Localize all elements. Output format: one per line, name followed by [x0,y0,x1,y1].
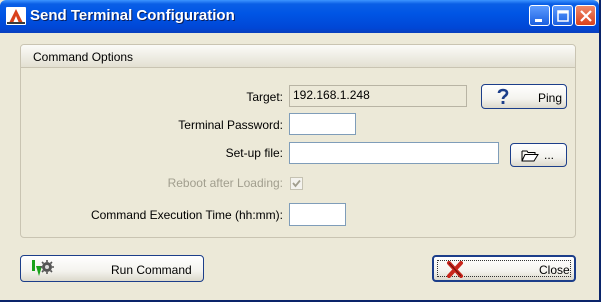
run-command-button[interactable]: Run Command [20,255,204,282]
setup-file-field[interactable] [289,142,499,164]
exec-time-field[interactable] [289,203,346,226]
close-label: Close [539,263,570,277]
send-config-icon [6,7,26,25]
close-window-button[interactable] [575,5,596,26]
window-title: Send Terminal Configuration [30,7,235,24]
maximize-icon [557,10,569,22]
run-command-label: Run Command [111,263,192,277]
group-title: Command Options [33,50,134,64]
minimize-button[interactable] [529,5,550,26]
group-header: Command Options [21,45,575,68]
target-label: Target: [246,90,283,104]
title-bar[interactable]: Send Terminal Configuration [0,0,599,33]
dialog-window: Send Terminal Configuration Command Opti… [0,0,601,302]
close-icon [580,10,592,22]
browse-button[interactable]: ... [510,143,567,167]
cancel-x-icon [447,261,463,278]
folder-open-icon [521,150,539,162]
reboot-label: Reboot after Loading: [167,176,283,190]
ping-button[interactable]: Ping [481,84,567,109]
target-field: 192.168.1.248 [289,85,467,107]
run-command-icon [32,260,54,276]
reboot-checkbox [290,177,303,190]
minimize-icon [535,19,542,22]
maximize-button[interactable] [552,5,573,26]
browse-label: ... [544,148,555,162]
password-label: Terminal Password: [178,118,283,132]
checkmark-icon [292,179,301,188]
ping-label: Ping [538,91,563,105]
exec-time-label: Command Execution Time (hh:mm): [90,208,283,222]
help-icon [497,88,509,104]
setup-file-label: Set-up file: [225,146,283,160]
close-button[interactable]: Close [432,255,576,282]
password-field[interactable] [289,113,356,135]
